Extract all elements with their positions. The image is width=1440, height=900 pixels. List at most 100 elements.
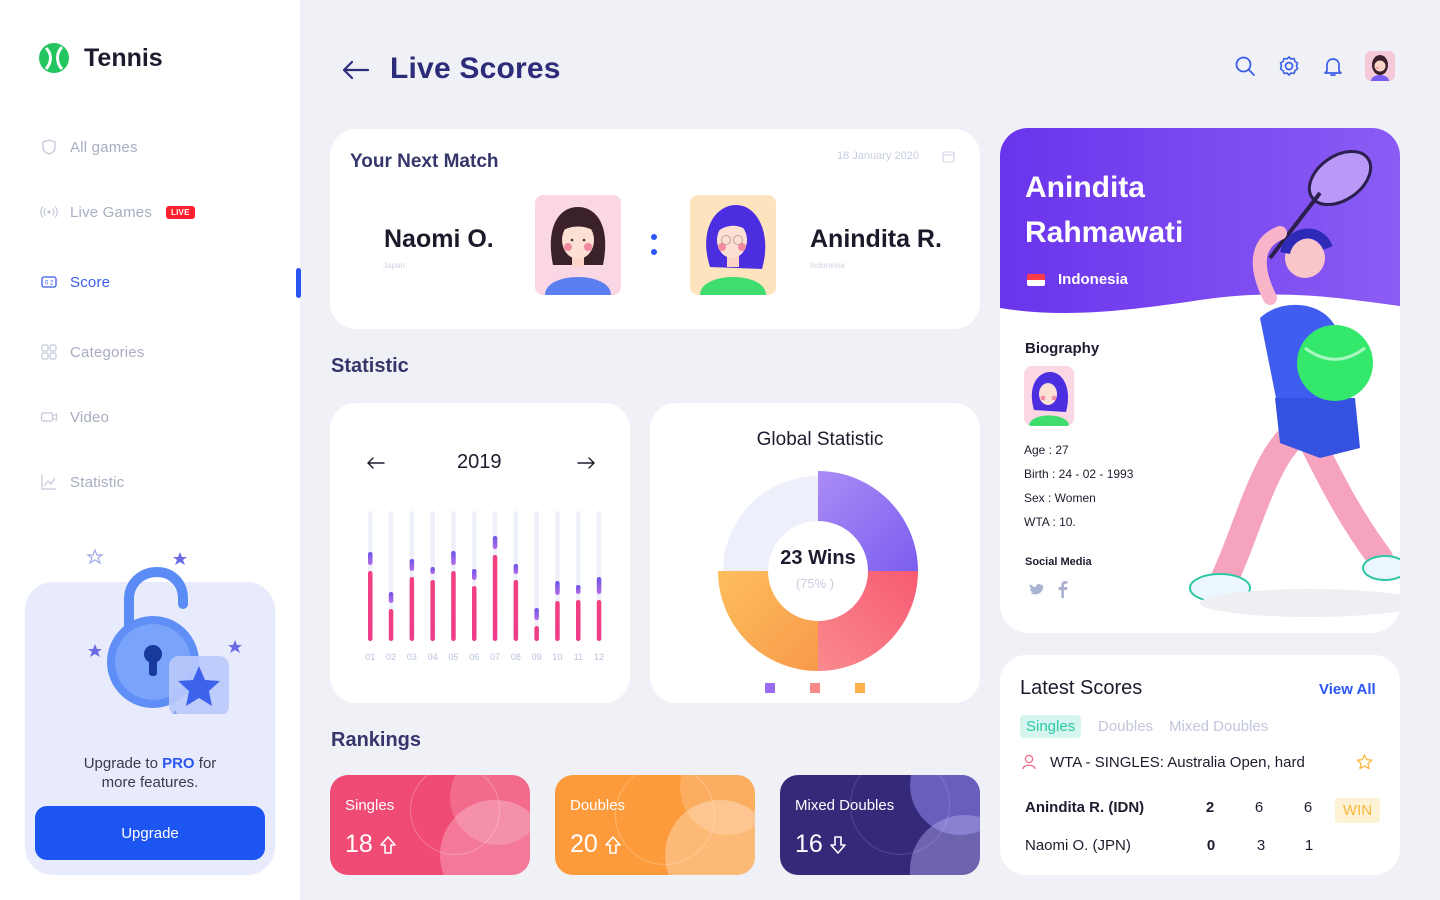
tab-doubles[interactable]: Doubles bbox=[1092, 715, 1159, 738]
biography-portrait-icon bbox=[1029, 372, 1069, 426]
profile-first-name: Anindita bbox=[1025, 171, 1145, 204]
tab-singles[interactable]: Singles bbox=[1020, 715, 1082, 738]
score-row-player1: Anindita R. (IDN) bbox=[1025, 799, 1145, 816]
sidebar-item-all-games[interactable]: All games bbox=[40, 138, 138, 156]
rankings-section-title: Rankings bbox=[331, 729, 422, 751]
bar-losses[interactable] bbox=[492, 555, 498, 641]
bar-wins[interactable] bbox=[576, 585, 581, 594]
bar-wins[interactable] bbox=[472, 569, 477, 580]
player2-avatar[interactable] bbox=[690, 195, 776, 295]
bar-wins[interactable] bbox=[409, 559, 415, 571]
score-set: 3 bbox=[1256, 837, 1266, 854]
month-label: 11 bbox=[573, 652, 583, 662]
ranking-value-group: 18 bbox=[345, 830, 397, 859]
bar-wins[interactable] bbox=[430, 567, 435, 574]
next-match-title: Your Next Match bbox=[350, 151, 499, 172]
sidebar-item-categories[interactable]: Categories bbox=[40, 343, 145, 361]
back-arrow-icon[interactable] bbox=[340, 56, 370, 84]
bar-wins[interactable] bbox=[534, 608, 539, 620]
bio-wta: WTA : 10. bbox=[1024, 515, 1076, 529]
sidebar-item-score[interactable]: 02 Score bbox=[40, 273, 110, 291]
sidebar-item-label: Categories bbox=[70, 343, 145, 361]
calendar-icon[interactable] bbox=[942, 150, 955, 163]
player2-portrait-icon bbox=[700, 205, 766, 295]
bar-losses[interactable] bbox=[472, 586, 477, 641]
score-set: 0 bbox=[1206, 837, 1216, 854]
bar-losses[interactable] bbox=[596, 600, 602, 641]
facebook-icon[interactable] bbox=[1058, 581, 1068, 598]
twitter-icon[interactable] bbox=[1029, 583, 1045, 597]
bar-losses[interactable] bbox=[430, 580, 435, 641]
global-statistic-title: Global Statistic bbox=[756, 429, 884, 450]
upgrade-button[interactable]: Upgrade bbox=[35, 806, 265, 860]
favorite-star-icon[interactable] bbox=[1356, 754, 1373, 770]
ranking-label: Singles bbox=[345, 797, 395, 814]
bar-wins[interactable] bbox=[492, 536, 498, 549]
latest-scores-card: Latest Scores View All Singles Doubles M… bbox=[1000, 655, 1400, 875]
score-set: 6 bbox=[1254, 799, 1264, 816]
next-match-card: Your Next Match 18 January 2020 Naomi O.… bbox=[330, 129, 980, 329]
view-all-link[interactable]: View All bbox=[1319, 681, 1376, 698]
bar-losses[interactable] bbox=[368, 571, 373, 641]
bar-losses[interactable] bbox=[388, 609, 394, 641]
month-label: 09 bbox=[531, 652, 542, 662]
versus-dot-bottom bbox=[651, 249, 657, 255]
bar-losses[interactable] bbox=[409, 577, 415, 641]
bar-wins[interactable] bbox=[596, 577, 602, 594]
tournament-name: WTA - SINGLES: Australia Open, hard bbox=[1050, 754, 1305, 771]
ranking-label: Mixed Doubles bbox=[795, 797, 895, 814]
ranking-card-mixed-doubles[interactable]: Mixed Doubles 16 bbox=[780, 775, 980, 875]
biography-title: Biography bbox=[1025, 340, 1100, 357]
social-media-title: Social Media bbox=[1025, 556, 1092, 568]
search-icon[interactable] bbox=[1234, 55, 1256, 77]
notification-bell-icon[interactable] bbox=[1322, 55, 1344, 77]
month-label: 07 bbox=[490, 652, 501, 662]
player1-avatar[interactable] bbox=[535, 195, 621, 295]
bar-losses[interactable] bbox=[451, 571, 456, 641]
versus-dot-top bbox=[651, 234, 657, 240]
sidebar-item-label: Score bbox=[70, 273, 111, 291]
svg-text:0: 0 bbox=[45, 281, 49, 287]
bar-losses[interactable] bbox=[513, 580, 519, 641]
tab-mixed-doubles[interactable]: Mixed Doubles bbox=[1163, 715, 1274, 738]
sidebar-item-statistic[interactable]: Statistic bbox=[40, 473, 124, 491]
bar-wins[interactable] bbox=[451, 551, 456, 565]
shield-icon bbox=[42, 139, 56, 155]
wins-count: 23 Wins bbox=[780, 547, 856, 569]
bar-losses[interactable] bbox=[534, 626, 539, 641]
indonesia-flag-icon bbox=[1027, 274, 1045, 286]
ranking-card-doubles[interactable]: Doubles 20 bbox=[555, 775, 755, 875]
score-row-player2: Naomi O. (JPN) bbox=[1025, 837, 1131, 854]
app-logo[interactable]: Tennis bbox=[38, 42, 163, 74]
video-icon bbox=[40, 412, 58, 422]
legend-swatch-orange bbox=[855, 683, 865, 693]
bio-sex: Sex : Women bbox=[1024, 491, 1096, 505]
sidebar-item-video[interactable]: Video bbox=[40, 408, 109, 426]
bar-wins[interactable] bbox=[555, 581, 560, 595]
bar-losses[interactable] bbox=[576, 600, 581, 641]
global-statistic-card: Global Statistic 23 Wins (75% ) bbox=[650, 403, 980, 703]
score-set: 6 bbox=[1303, 799, 1313, 816]
sidebar: Tennis All games Live Games LIVE 02 Scor… bbox=[0, 0, 300, 900]
settings-gear-icon[interactable] bbox=[1278, 55, 1300, 77]
bar-wins[interactable] bbox=[513, 564, 519, 574]
promo-text-line2: more features. bbox=[101, 774, 199, 791]
bar-wins[interactable] bbox=[388, 592, 394, 603]
month-label: 12 bbox=[594, 652, 605, 662]
bar-losses[interactable] bbox=[555, 601, 560, 641]
unlock-illustration-icon bbox=[86, 548, 242, 714]
arrow-up-icon bbox=[380, 835, 396, 854]
player-person-icon bbox=[1022, 754, 1036, 770]
player2-country: Indonesia bbox=[810, 261, 845, 270]
ranking-label: Doubles bbox=[570, 797, 626, 814]
month-label: 10 bbox=[552, 652, 563, 662]
sidebar-item-live-games[interactable]: Live Games LIVE bbox=[40, 203, 195, 221]
user-avatar[interactable] bbox=[1365, 51, 1395, 81]
month-label: 02 bbox=[386, 652, 397, 662]
donut-chart bbox=[718, 471, 918, 671]
ranking-card-singles[interactable]: Singles 18 bbox=[330, 775, 530, 875]
bar-wins[interactable] bbox=[368, 552, 373, 565]
win-badge: WIN bbox=[1335, 798, 1380, 823]
ranking-value-group: 20 bbox=[570, 830, 622, 859]
ranking-value: 18 bbox=[345, 830, 373, 858]
